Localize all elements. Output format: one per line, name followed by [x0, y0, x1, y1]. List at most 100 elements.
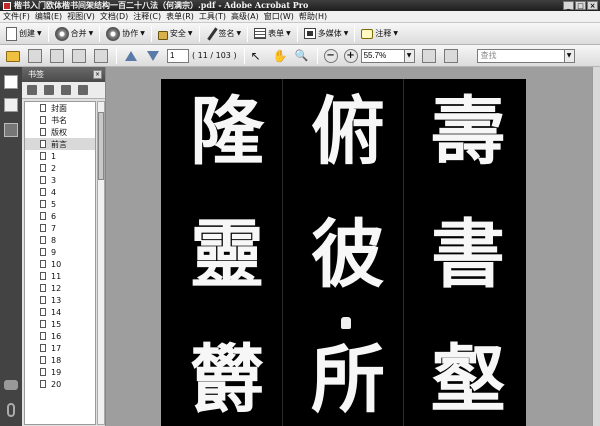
fit-page-button[interactable]	[419, 47, 441, 65]
comments-panel-icon[interactable]	[4, 380, 18, 390]
bookmark-item[interactable]: 版权	[25, 126, 95, 138]
bookmark-item[interactable]: 16	[25, 330, 95, 342]
calligraphy-character: 靈	[190, 212, 264, 298]
delete-bookmark-icon[interactable]	[44, 85, 54, 95]
bookmark-item[interactable]: 15	[25, 318, 95, 330]
bookmark-item[interactable]: 4	[25, 186, 95, 198]
bookmark-item[interactable]: 3	[25, 174, 95, 186]
menu-comments[interactable]: 注释(C)	[133, 11, 166, 22]
bookmark-item[interactable]: 2	[25, 162, 95, 174]
multimedia-button[interactable]: 多媒体 ▼	[301, 25, 352, 43]
bookmark-item[interactable]: 1	[25, 150, 95, 162]
bookmark-item[interactable]: 封面	[25, 102, 95, 114]
options-icon[interactable]	[27, 85, 37, 95]
bookmark-item[interactable]: 12	[25, 282, 95, 294]
bookmark-icon	[40, 224, 46, 232]
save-button[interactable]	[47, 47, 69, 65]
next-page-button[interactable]	[142, 47, 164, 65]
menu-advanced[interactable]: 高级(A)	[231, 11, 264, 22]
pdf-page[interactable]: 壽 俯 隆 書 彼 靈 壑 所 欝	[161, 79, 526, 426]
bookmarks-scrollbar[interactable]	[97, 101, 105, 425]
forms-button[interactable]: 表单 ▼	[251, 25, 294, 43]
bookmark-item[interactable]: 11	[25, 270, 95, 282]
document-scrollbar[interactable]	[592, 67, 600, 426]
collaborate-button[interactable]: 协作 ▼	[103, 25, 148, 43]
email-button[interactable]	[69, 47, 91, 65]
bookmarks-toolbar	[22, 82, 105, 99]
signatures-panel-icon[interactable]	[4, 123, 18, 137]
close-icon[interactable]: ×	[93, 70, 102, 79]
close-button[interactable]: ×	[587, 1, 598, 10]
bookmark-item[interactable]: 18	[25, 354, 95, 366]
comment-button[interactable]: 注释 ▼	[358, 25, 401, 43]
bookmark-label: 前言	[51, 139, 67, 149]
bookmark-icon	[40, 344, 46, 352]
search-input[interactable]	[476, 48, 565, 63]
bookmark-item[interactable]: 7	[25, 222, 95, 234]
bookmark-label: 6	[51, 211, 57, 221]
menu-tools[interactable]: 工具(T)	[199, 11, 231, 22]
create-button[interactable]: 创建 ▼	[3, 25, 45, 43]
menu-help[interactable]: 帮助(H)	[299, 11, 332, 22]
folder-icon	[6, 51, 20, 62]
bookmark-item[interactable]: 9	[25, 246, 95, 258]
bookmark-label: 9	[51, 247, 57, 257]
sign-label: 签名	[218, 29, 235, 38]
previous-page-button[interactable]	[120, 47, 142, 65]
menu-window[interactable]: 窗口(W)	[264, 11, 299, 22]
cursor-icon: ↖	[250, 48, 261, 63]
bookmark-label: 15	[51, 319, 62, 329]
bookmark-item[interactable]: 19	[25, 366, 95, 378]
menu-document[interactable]: 文档(D)	[100, 11, 133, 22]
maximize-button[interactable]: □	[575, 1, 586, 10]
zoom-in-button[interactable]: +	[341, 47, 361, 65]
bookmark-item[interactable]: 8	[25, 234, 95, 246]
zoom-tool-button[interactable]: 🔍	[292, 47, 314, 65]
menu-forms[interactable]: 表单(R)	[166, 11, 199, 22]
page-number-input[interactable]	[167, 48, 189, 63]
lock-icon	[157, 31, 168, 40]
bookmarks-header: 书签 ×	[22, 67, 105, 82]
bookmark-item[interactable]: 13	[25, 294, 95, 306]
scan-button[interactable]	[91, 47, 113, 65]
bookmark-item[interactable]: 5	[25, 198, 95, 210]
new-bookmark-icon[interactable]	[61, 85, 71, 95]
bookmark-item[interactable]: 6	[25, 210, 95, 222]
chevron-down-icon: ▼	[140, 30, 145, 37]
bookmarks-panel: 书签 × 封面 书名 版权 前言 1 2 3 4 5 6 7 8 9 10 11…	[22, 67, 106, 426]
open-button[interactable]	[3, 47, 25, 65]
attachment-icon[interactable]	[7, 403, 15, 417]
bookmark-label: 4	[51, 187, 57, 197]
bookmarks-panel-icon[interactable]	[4, 98, 18, 112]
zoom-input[interactable]	[360, 48, 405, 63]
fit-width-button[interactable]	[441, 47, 463, 65]
bookmark-icon	[40, 236, 46, 244]
bookmark-item[interactable]: 前言	[25, 138, 95, 150]
menu-file[interactable]: 文件(F)	[3, 11, 35, 22]
select-tool-button[interactable]: ↖	[248, 47, 270, 65]
expand-bookmark-icon[interactable]	[78, 85, 88, 95]
bookmark-item[interactable]: 17	[25, 342, 95, 354]
bookmarks-scroll-thumb[interactable]	[98, 112, 104, 180]
bookmark-label: 8	[51, 235, 57, 245]
combine-button[interactable]: 合并 ▼	[52, 25, 97, 43]
bookmark-item[interactable]: 10	[25, 258, 95, 270]
arrow-up-icon	[125, 50, 137, 61]
bookmark-item[interactable]: 20	[25, 378, 95, 390]
bookmark-icon	[40, 176, 46, 184]
zoom-dropdown[interactable]: ▼	[404, 48, 415, 63]
bookmark-label: 1	[51, 151, 57, 161]
secure-button[interactable]: 安全 ▼	[155, 25, 196, 43]
bookmark-item[interactable]: 14	[25, 306, 95, 318]
bookmark-item[interactable]: 书名	[25, 114, 95, 126]
zoom-out-button[interactable]: −	[321, 47, 341, 65]
menu-edit[interactable]: 编辑(E)	[35, 11, 67, 22]
document-view[interactable]: 壽 俯 隆 書 彼 靈 壑 所 欝	[106, 67, 600, 426]
minimize-button[interactable]: _	[563, 1, 574, 10]
pages-panel-icon[interactable]	[4, 75, 18, 89]
hand-tool-button[interactable]: ✋	[270, 47, 292, 65]
menu-view[interactable]: 视图(V)	[67, 11, 100, 22]
search-dropdown[interactable]: ▼	[564, 48, 575, 63]
sign-button[interactable]: 签名 ▼	[203, 25, 245, 43]
print-button[interactable]	[25, 47, 47, 65]
